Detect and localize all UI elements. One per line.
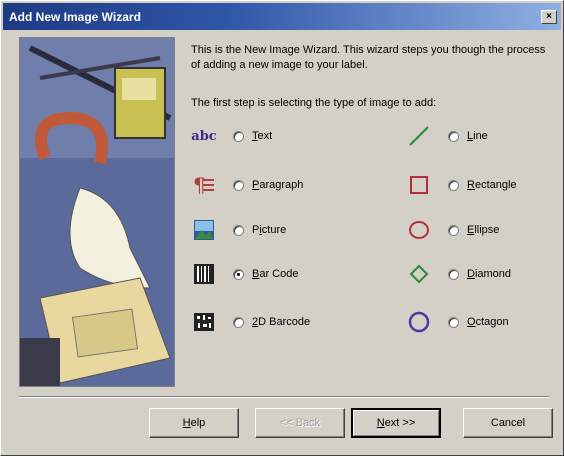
- line-icon: [406, 124, 432, 148]
- paragraph-icon: ¶: [191, 173, 217, 197]
- radio-text[interactable]: [233, 130, 244, 142]
- 2d-barcode-icon: [191, 310, 217, 334]
- option-diamond-label: Diamond: [467, 268, 512, 280]
- intro-text: This is the New Image Wizard. This wizar…: [191, 44, 546, 71]
- option-2d-barcode-label: 2D Barcode: [252, 316, 311, 328]
- abc-icon-text: abc: [191, 128, 217, 144]
- option-picture-label: Picture: [252, 224, 287, 236]
- diamond-icon: [406, 262, 432, 286]
- option-ellipse-label: Ellipse: [467, 224, 500, 236]
- option-line-label: Line: [467, 130, 488, 142]
- option-rectangle-label: Rectangle: [467, 179, 517, 191]
- text-abc-icon: abc: [191, 124, 217, 148]
- barcode-icon: [191, 262, 217, 286]
- wizard-dialog: Add New Image Wizard × This is the New I…: [0, 0, 564, 456]
- close-icon: ×: [546, 10, 552, 22]
- help-button-label: Help: [182, 417, 206, 429]
- radio-rectangle[interactable]: [448, 179, 459, 191]
- close-button[interactable]: ×: [541, 9, 557, 24]
- option-rectangle[interactable]: Rectangle: [406, 171, 517, 199]
- option-paragraph-label: Paragraph: [252, 179, 304, 191]
- option-bar-code[interactable]: Bar Code: [191, 260, 298, 288]
- radio-bar-code[interactable]: [233, 268, 244, 280]
- ellipse-icon: [406, 218, 432, 242]
- option-diamond[interactable]: Diamond: [406, 260, 511, 288]
- option-line[interactable]: Line: [406, 122, 488, 150]
- cancel-button[interactable]: Cancel: [463, 408, 553, 438]
- radio-octagon[interactable]: [448, 316, 459, 328]
- next-button[interactable]: Next >>: [351, 408, 441, 438]
- option-picture[interactable]: Picture: [191, 216, 286, 244]
- option-bar-code-label: Bar Code: [252, 268, 299, 280]
- radio-picture[interactable]: [233, 224, 244, 236]
- option-text[interactable]: abc Text: [191, 122, 272, 150]
- picture-icon: [191, 218, 217, 242]
- option-paragraph[interactable]: ¶ Paragraph: [191, 171, 303, 199]
- radio-line[interactable]: [448, 130, 459, 142]
- option-ellipse[interactable]: Ellipse: [406, 216, 499, 244]
- help-button[interactable]: Help: [149, 408, 239, 438]
- separator-line: [19, 396, 549, 398]
- radio-ellipse[interactable]: [448, 224, 459, 236]
- window-title: Add New Image Wizard: [9, 9, 141, 24]
- radio-2d-barcode[interactable]: [233, 316, 244, 328]
- radio-diamond[interactable]: [448, 268, 459, 280]
- option-octagon-label: Octagon: [467, 316, 509, 328]
- rectangle-icon: [406, 173, 432, 197]
- back-button-label: << Back: [279, 417, 321, 429]
- step-instruction: The first step is selecting the type of …: [191, 97, 437, 109]
- title-bar[interactable]: Add New Image Wizard ×: [3, 3, 561, 30]
- radio-paragraph[interactable]: [233, 179, 244, 191]
- option-octagon[interactable]: Octagon: [406, 308, 509, 336]
- wizard-illustration: [19, 37, 175, 387]
- option-2d-barcode[interactable]: 2D Barcode: [191, 308, 310, 336]
- cancel-button-label: Cancel: [490, 417, 526, 429]
- option-text-label: Text: [252, 130, 273, 142]
- octagon-icon: [406, 310, 432, 334]
- next-button-label: Next >>: [376, 417, 416, 429]
- back-button[interactable]: << Back: [255, 408, 345, 438]
